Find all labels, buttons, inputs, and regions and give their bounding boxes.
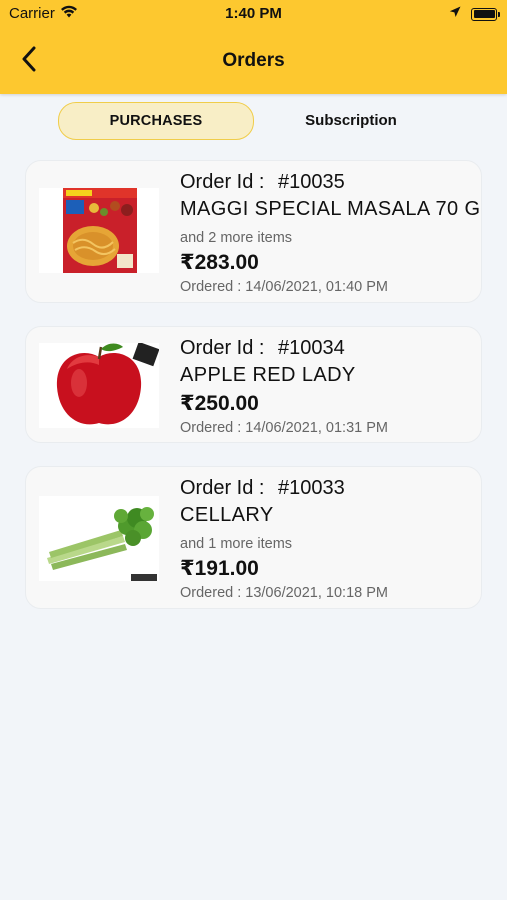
tab-subscription[interactable]: Subscription [260,102,442,138]
product-name: MAGGI SPECIAL MASALA 70 G [180,198,481,220]
page-title: Orders [222,50,285,71]
more-items: and 2 more items [180,230,293,246]
order-date: Ordered : 13/06/2021, 10:18 PM [180,585,388,601]
status-time: 1:40 PM [225,5,282,22]
celery-image [39,496,159,581]
order-id-value: #10034 [278,337,345,359]
status-bar: Carrier 1:40 PM [0,0,507,28]
order-id-value: #10035 [278,171,345,193]
order-price: ₹283.00 [180,251,259,274]
order-id-label: Order Id : [180,477,265,499]
order-id-line: Order Id : #10035 [180,171,473,194]
battery-icon [471,7,500,21]
maggi-pack-image [39,188,159,273]
order-id-line: Order Id : #10034 [180,337,473,360]
order-price: ₹191.00 [180,557,259,580]
tab-purchases[interactable]: PURCHASES [58,102,254,140]
product-name: APPLE RED LADY [180,364,356,386]
nav-bar: Orders [0,40,507,84]
order-date: Ordered : 14/06/2021, 01:31 PM [180,420,388,436]
order-type-tabs: PURCHASES Subscription [0,102,507,140]
status-right-icons [449,5,500,23]
order-card-10035[interactable]: Order Id : #10035 MAGGI SPECIAL MASALA 7… [25,160,482,303]
order-price: ₹250.00 [180,392,259,415]
app-header: Carrier 1:40 PM Orders [0,0,507,94]
order-id-line: Order Id : #10033 [180,477,473,500]
location-arrow-icon [449,5,461,23]
order-date: Ordered : 14/06/2021, 01:40 PM [180,279,388,295]
order-id-label: Order Id : [180,171,265,193]
order-id-value: #10033 [278,477,345,499]
order-info: Order Id : #10035 MAGGI SPECIAL MASALA 7… [180,171,481,295]
product-name: CELLARY [180,504,274,526]
order-card-10034[interactable]: Order Id : #10034 APPLE RED LADY ₹250.00… [25,326,482,443]
order-id-label: Order Id : [180,337,265,359]
more-items: and 1 more items [180,536,293,552]
red-apple-image [39,343,159,428]
order-info: Order Id : #10034 APPLE RED LADY ₹250.00… [180,337,473,436]
order-info: Order Id : #10033 CELLARY and 1 more ite… [180,477,473,601]
order-card-10033[interactable]: Order Id : #10033 CELLARY and 1 more ite… [25,466,482,609]
